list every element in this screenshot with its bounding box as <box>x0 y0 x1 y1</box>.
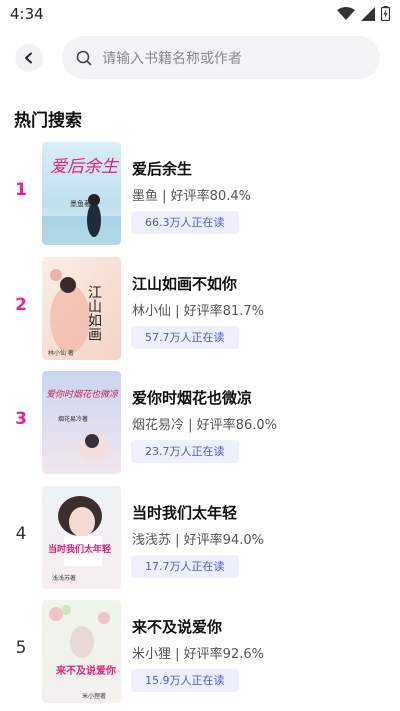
book-title: 当时我们太年轻 <box>132 503 238 522</box>
rank-number: 2 <box>15 294 27 315</box>
search-input[interactable]: 请输入书籍名称或作者 <box>62 36 380 79</box>
cover-author: 墨鱼著 <box>70 199 91 208</box>
book-rating: 好评率86.0% <box>196 418 277 433</box>
cover-author: 林小仙 著 <box>48 349 74 357</box>
book-meta: 墨鱼 | 好评率80.4% <box>132 189 251 204</box>
search-placeholder: 请输入书籍名称或作者 <box>102 50 242 67</box>
signal-icon <box>361 6 375 21</box>
book-meta: 浅浅苏 | 好评率94.0% <box>132 532 264 548</box>
back-button[interactable] <box>15 44 43 72</box>
book-item[interactable]: 4 当时我们太年轻 浅浅苏著 当时我们太年轻 浅浅苏 | 好评率94.0% 17… <box>0 485 400 601</box>
status-bar: 4:34 <box>0 0 400 28</box>
cover-title-a: 来不及说爱你 <box>55 664 116 677</box>
book-rating: 好评率94.0% <box>183 532 264 548</box>
readers-badge: 66.3万人正在读 <box>131 211 239 234</box>
book-title: 来不及说爱你 <box>132 618 223 636</box>
book-item[interactable]: 1 爱后余生 墨鱼著 爱后余生 墨鱼 | 好评率80.4% 66.3万人正在读 <box>0 142 400 257</box>
book-meta: 米小狸 | 好评率92.6% <box>132 647 264 662</box>
book-title: 爱后余生 <box>132 160 193 178</box>
book-cover[interactable]: 来不及说爱你 米小狸著 <box>42 600 121 703</box>
section-title: 热门搜索 <box>14 111 82 131</box>
cover-title-a: 江山如画 <box>86 285 102 341</box>
hot-search-list: 1 爱后余生 墨鱼著 爱后余生 墨鱼 | 好评率80.4% 66.3万人正在读 … <box>0 142 400 711</box>
battery-icon <box>381 6 390 21</box>
book-rating: 好评率92.6% <box>183 647 264 662</box>
book-title: 江山如画不如你 <box>132 274 238 293</box>
search-icon <box>76 50 92 65</box>
book-rating: 好评率80.4% <box>170 189 251 204</box>
cover-author: 烟花易冷著 <box>58 415 88 423</box>
book-author: 墨鱼 <box>132 189 159 204</box>
book-cover[interactable]: 江山如画 林小仙 著 <box>42 256 121 360</box>
status-time: 4:34 <box>10 5 44 23</box>
chevron-left-icon <box>25 52 32 64</box>
book-item[interactable]: 3 爱你时烟花也微凉 烟花易冷著 爱你时烟花也微凉 烟花易冷 | 好评率86.0… <box>0 371 400 486</box>
cover-title-a: 爱后余生 <box>50 157 120 177</box>
readers-badge: 57.7万人正在读 <box>131 325 239 349</box>
book-meta: 林小仙 | 好评率81.7% <box>132 303 264 319</box>
book-author: 烟花易冷 <box>132 418 185 433</box>
book-item[interactable]: 5 来不及说爱你 米小狸著 来不及说爱你 米小狸 | 好评率92.6% 15.9… <box>0 600 400 711</box>
rank-number: 3 <box>15 409 27 429</box>
book-author: 米小狸 <box>132 647 172 662</box>
cover-author: 浅浅苏著 <box>52 574 76 582</box>
rank-number: 5 <box>15 638 27 658</box>
readers-badge: 23.7万人正在读 <box>131 440 239 463</box>
book-rating: 好评率81.7% <box>183 303 264 319</box>
book-author: 浅浅苏 <box>132 532 172 548</box>
book-cover[interactable]: 当时我们太年轻 浅浅苏著 <box>42 485 121 589</box>
book-title: 爱你时烟花也微凉 <box>132 389 253 407</box>
rank-number: 4 <box>15 523 27 544</box>
book-meta: 烟花易冷 | 好评率86.0% <box>132 418 277 433</box>
status-icons <box>337 6 390 21</box>
cover-title-a: 当时我们太年轻 <box>48 543 111 555</box>
cover-title-a: 爱你时烟花也微凉 <box>46 389 119 400</box>
book-cover[interactable]: 爱你时烟花也微凉 烟花易冷著 <box>42 371 121 474</box>
readers-badge: 15.9万人正在读 <box>131 669 239 692</box>
cover-author: 米小狸著 <box>82 692 106 700</box>
book-item[interactable]: 2 江山如画 林小仙 著 江山如画不如你 林小仙 | 好评率81.7% 57.7… <box>0 256 400 372</box>
book-cover[interactable]: 爱后余生 墨鱼著 <box>42 142 121 245</box>
wifi-icon <box>337 6 355 20</box>
rank-number: 1 <box>15 180 27 200</box>
book-author: 林小仙 <box>132 303 172 319</box>
readers-badge: 17.7万人正在读 <box>131 554 239 578</box>
